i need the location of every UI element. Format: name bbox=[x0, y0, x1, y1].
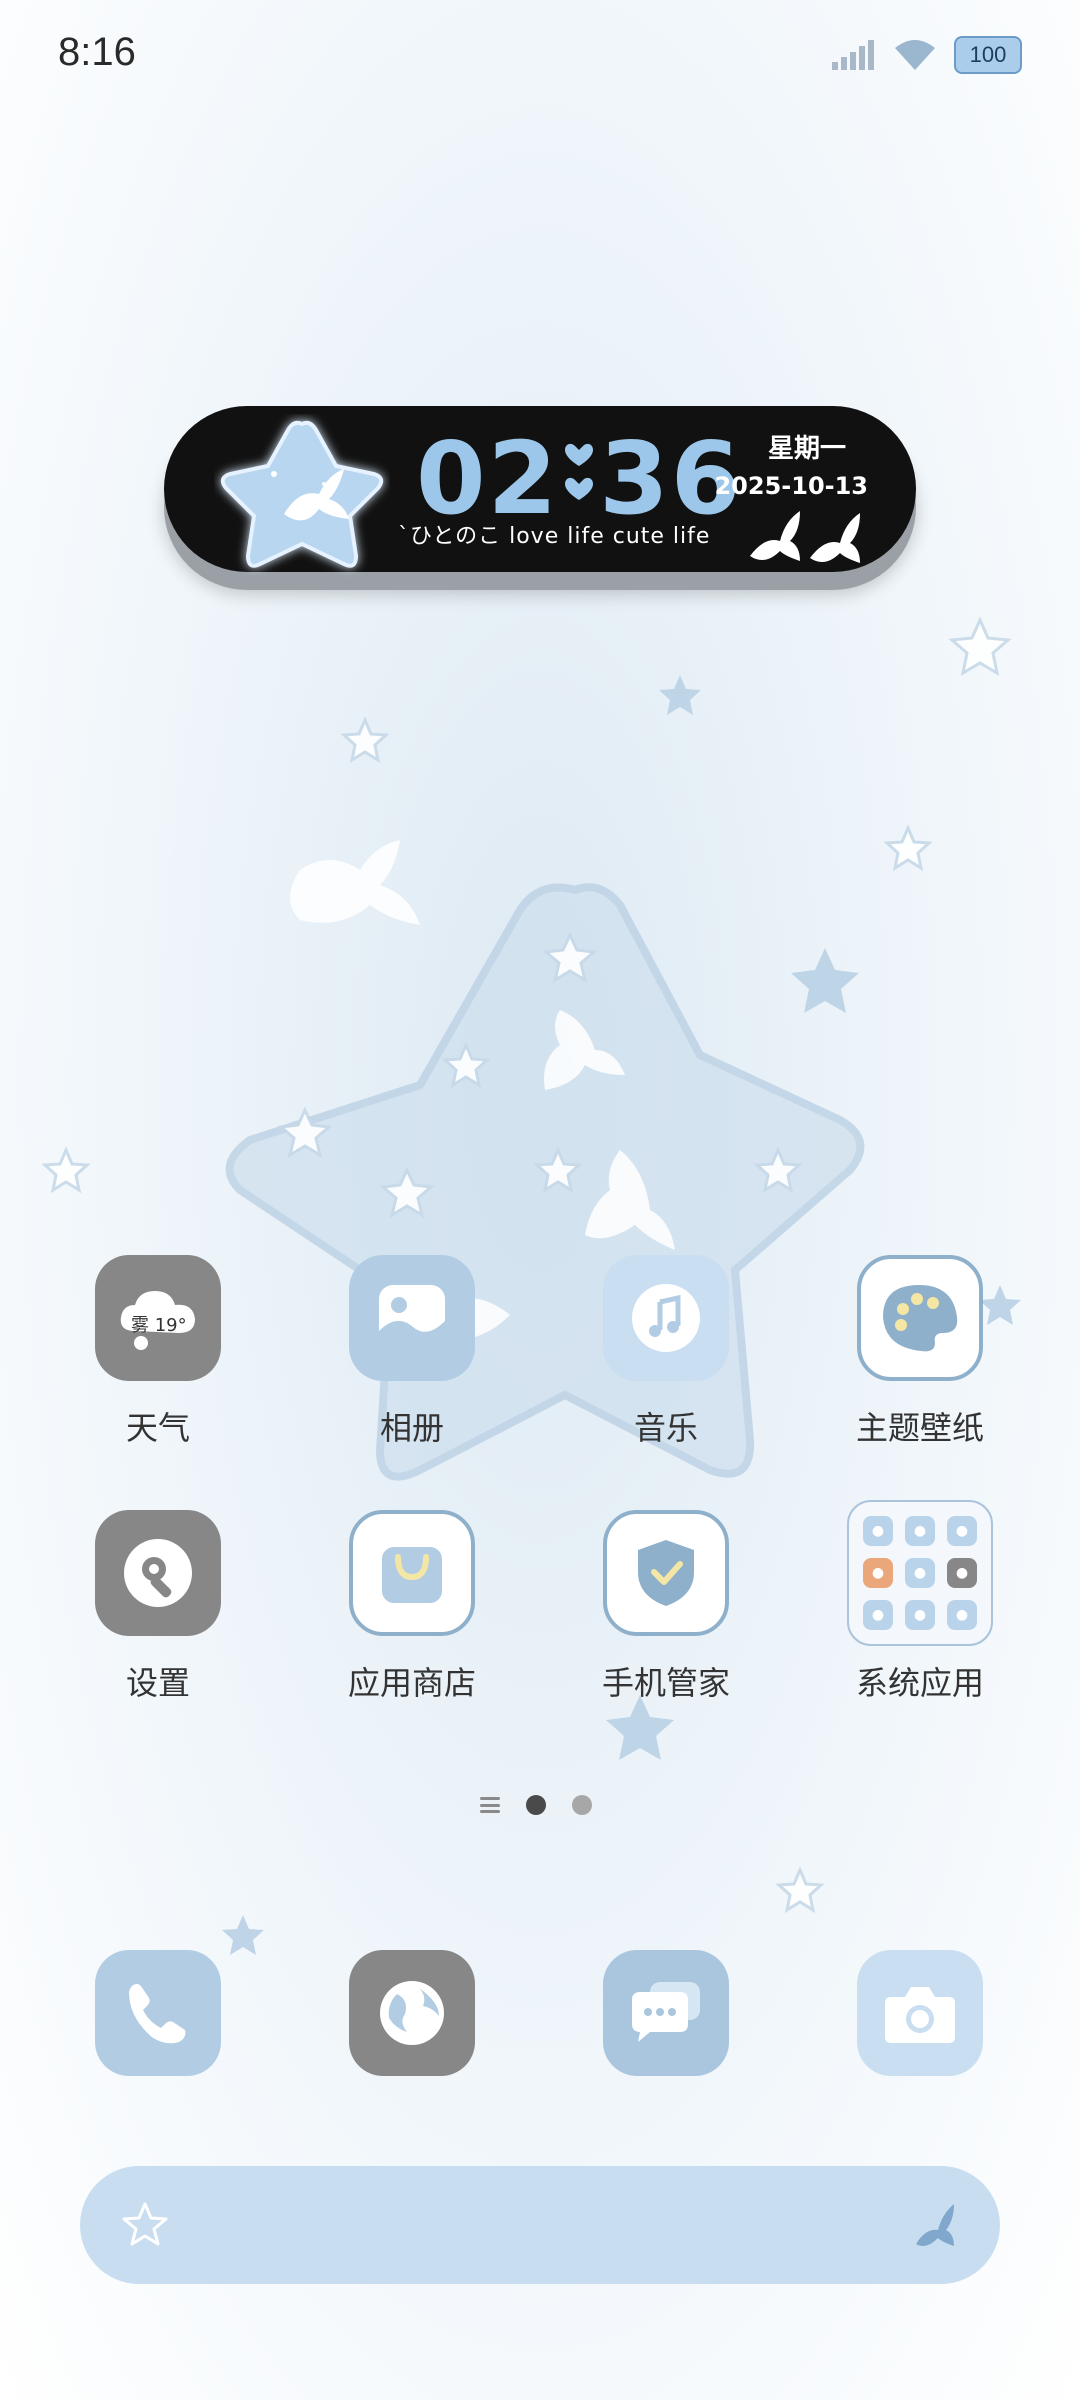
app-music[interactable]: 音乐 bbox=[566, 1255, 766, 1447]
wallpaper-fish bbox=[290, 840, 420, 925]
gallery-icon bbox=[349, 1255, 475, 1381]
wallpaper-small-star bbox=[441, 1041, 491, 1089]
wallpaper-small-star bbox=[533, 1146, 583, 1194]
app-label: 设置 bbox=[125, 1664, 190, 1702]
folder-mini-icon: ● bbox=[863, 1558, 893, 1588]
wallpaper-fish bbox=[544, 1010, 625, 1090]
app-label: 系统应用 bbox=[855, 1664, 984, 1702]
folder-mini-icon: ● bbox=[947, 1516, 977, 1546]
wallpaper-small-star bbox=[659, 675, 701, 715]
app-gallery[interactable]: 相册 bbox=[312, 1255, 512, 1447]
wallpaper-small-star bbox=[753, 1146, 803, 1194]
app-label: 手机管家 bbox=[601, 1664, 730, 1702]
app-store-icon bbox=[349, 1510, 475, 1636]
clock-widget[interactable]: 02 36 `ひとのこ love life cute life 星期一 2025… bbox=[164, 406, 916, 572]
dock-camera[interactable] bbox=[857, 1950, 983, 2076]
wallpaper-small-star bbox=[606, 1695, 674, 1760]
status-bar: 8:16 100 bbox=[0, 0, 1080, 115]
star-icon bbox=[122, 2202, 168, 2246]
app-label: 天气 bbox=[125, 1409, 190, 1447]
clock-weekday: 星期一 bbox=[767, 434, 846, 464]
wallpaper-small-star bbox=[41, 1146, 91, 1194]
fish-icon bbox=[916, 2204, 954, 2246]
dock-phone[interactable] bbox=[95, 1950, 221, 2076]
wallpaper-small-star bbox=[791, 948, 859, 1013]
battery-icon: 100 bbox=[954, 36, 1022, 74]
wallpaper-small-star bbox=[542, 931, 598, 984]
wallpaper-fish bbox=[585, 1150, 675, 1250]
palette-icon bbox=[857, 1255, 983, 1381]
page-dot-active[interactable] bbox=[526, 1795, 546, 1815]
app-store[interactable]: 应用商店 bbox=[312, 1510, 512, 1702]
wallpaper-small-star bbox=[277, 1106, 333, 1159]
folder-mini-icon: ● bbox=[905, 1516, 935, 1546]
search-bar[interactable] bbox=[80, 2166, 1000, 2284]
wifi-icon bbox=[895, 40, 935, 70]
app-label: 应用商店 bbox=[347, 1664, 476, 1702]
browser-icon bbox=[380, 1981, 444, 2045]
wallpaper-small-star bbox=[340, 716, 390, 764]
wallpaper-small-star bbox=[948, 616, 1012, 676]
app-label: 相册 bbox=[379, 1409, 444, 1447]
weather-badge: 雾 19° bbox=[131, 1315, 187, 1336]
clock-date: 2025-10-13 bbox=[714, 472, 868, 500]
folder-mini-icon: ● bbox=[863, 1516, 893, 1546]
settings-icon bbox=[95, 1510, 221, 1636]
signal-icon bbox=[832, 40, 874, 70]
app-themes[interactable]: 主题壁纸 bbox=[820, 1255, 1020, 1447]
music-icon bbox=[603, 1255, 729, 1381]
app-weather[interactable]: 雾 19° 天气 bbox=[58, 1255, 258, 1447]
wallpaper-small-star bbox=[222, 1915, 264, 1955]
messages-icon bbox=[632, 1982, 700, 2042]
page-indicator[interactable] bbox=[480, 1795, 592, 1815]
wallpaper-small-star bbox=[775, 1866, 825, 1914]
folder-mini-icon: ● bbox=[863, 1600, 893, 1630]
star-fish-icon bbox=[220, 420, 384, 568]
camera-icon bbox=[885, 1987, 955, 2043]
app-label: 主题壁纸 bbox=[855, 1409, 984, 1447]
app-label: 音乐 bbox=[633, 1409, 698, 1447]
list-view-icon[interactable] bbox=[480, 1797, 500, 1813]
folder-icon: ● ● ● ● ● ● ● ● ● bbox=[847, 1500, 993, 1646]
app-folder-system[interactable]: ● ● ● ● ● ● ● ● ● 系统应用 bbox=[820, 1500, 1020, 1702]
page-dot[interactable] bbox=[572, 1795, 592, 1815]
clock-slogan: `ひとのこ love life cute life bbox=[398, 524, 711, 549]
status-icons: 100 bbox=[832, 36, 1022, 74]
app-phone-manager[interactable]: 手机管家 bbox=[566, 1510, 766, 1702]
folder-mini-icon: ● bbox=[947, 1558, 977, 1588]
folder-mini-icon: ● bbox=[947, 1600, 977, 1630]
phone-icon bbox=[129, 1984, 186, 2044]
dock-browser[interactable] bbox=[349, 1950, 475, 2076]
weather-icon: 雾 19° bbox=[95, 1255, 221, 1381]
wallpaper-small-star bbox=[379, 1166, 435, 1219]
wallpaper-small-star bbox=[883, 824, 933, 872]
app-settings[interactable]: 设置 bbox=[58, 1510, 258, 1702]
folder-mini-icon: ● bbox=[905, 1600, 935, 1630]
fish-pair-icon bbox=[750, 511, 860, 563]
security-shield-icon bbox=[603, 1510, 729, 1636]
dock-messages[interactable] bbox=[603, 1950, 729, 2076]
status-time: 8:16 bbox=[58, 30, 136, 74]
folder-mini-icon: ● bbox=[905, 1558, 935, 1588]
heart-colon-icon bbox=[559, 440, 599, 518]
